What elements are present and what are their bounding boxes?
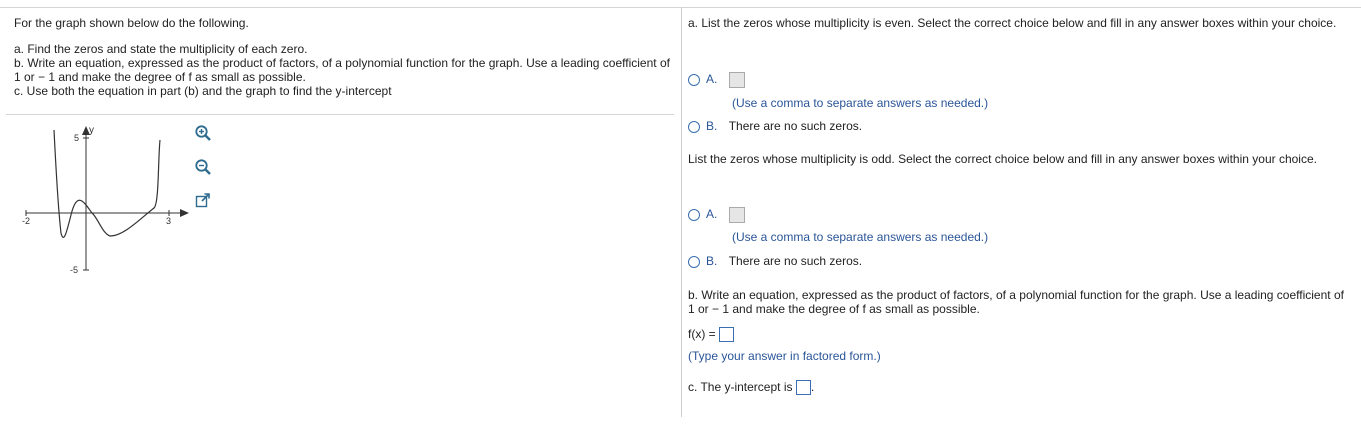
odd-multiplicity-question: List the zeros whose multiplicity is odd… — [688, 152, 1317, 166]
odd-choice-a-hint: (Use a comma to separate answers as need… — [732, 230, 989, 244]
left-separator — [6, 114, 674, 115]
even-choice-b-radio[interactable] — [688, 120, 700, 133]
even-multiplicity-question: a. List the zeros whose multiplicity is … — [688, 16, 1337, 30]
tick-label-x3: 3 — [166, 216, 171, 226]
external-link-icon[interactable] — [194, 192, 212, 210]
y-axis-label: y — [89, 125, 94, 136]
fx-hint: (Type your answer in factored form.) — [688, 349, 881, 363]
part-b-question: b. Write an equation, expressed as the p… — [688, 288, 1344, 316]
zoom-in-icon[interactable] — [194, 124, 212, 142]
even-choice-b[interactable]: B. There are no such zeros. — [688, 119, 862, 133]
even-choice-a-hint: (Use a comma to separate answers as need… — [732, 96, 989, 110]
y-intercept-row: c. The y-intercept is . — [688, 380, 815, 396]
y-intercept-answer-box[interactable] — [795, 380, 811, 396]
fx-row: f(x) = — [688, 327, 735, 343]
fx-label: f(x) = — [688, 327, 716, 341]
polynomial-curve — [53, 129, 161, 238]
part-c-text: c. Use both the equation in part (b) and… — [14, 84, 392, 98]
odd-choice-a[interactable]: A. — [688, 207, 745, 223]
even-choice-a-radio[interactable] — [688, 74, 700, 86]
question-panel: For the graph shown below do the followi… — [14, 16, 674, 98]
tick-label-xneg2: -2 — [22, 216, 30, 226]
even-choice-b-text: There are no such zeros. — [728, 119, 863, 133]
odd-choice-b-text: There are no such zeros. — [728, 254, 863, 268]
odd-answer-box[interactable] — [728, 207, 745, 223]
x-axis-arrow — [180, 209, 189, 217]
part-b-text: b. Write an equation, expressed as the p… — [14, 56, 670, 84]
odd-choice-a-radio[interactable] — [688, 209, 700, 221]
even-choice-a[interactable]: A. — [688, 72, 745, 88]
zoom-out-icon[interactable] — [194, 158, 212, 176]
intro-text: For the graph shown below do the followi… — [14, 16, 249, 30]
odd-choice-b-letter: B. — [706, 254, 718, 268]
part-a-text: a. Find the zeros and state the multipli… — [14, 42, 308, 56]
odd-choice-b-radio[interactable] — [688, 255, 700, 268]
y-intercept-period: . — [810, 380, 815, 394]
fx-answer-box[interactable] — [719, 327, 735, 343]
odd-choice-b[interactable]: B. There are no such zeros. — [688, 254, 862, 268]
even-choice-b-letter: B. — [706, 119, 718, 133]
panel-divider — [681, 7, 682, 417]
tick-label-yneg5: -5 — [70, 265, 78, 275]
even-answer-box[interactable] — [728, 72, 745, 88]
y-intercept-label: c. The y-intercept is — [688, 380, 793, 394]
even-choice-a-letter: A. — [706, 72, 718, 87]
tick-label-y5: 5 — [74, 133, 79, 143]
answer-panel: a. List the zeros whose multiplicity is … — [688, 16, 1353, 396]
odd-choice-a-letter: A. — [706, 207, 718, 222]
